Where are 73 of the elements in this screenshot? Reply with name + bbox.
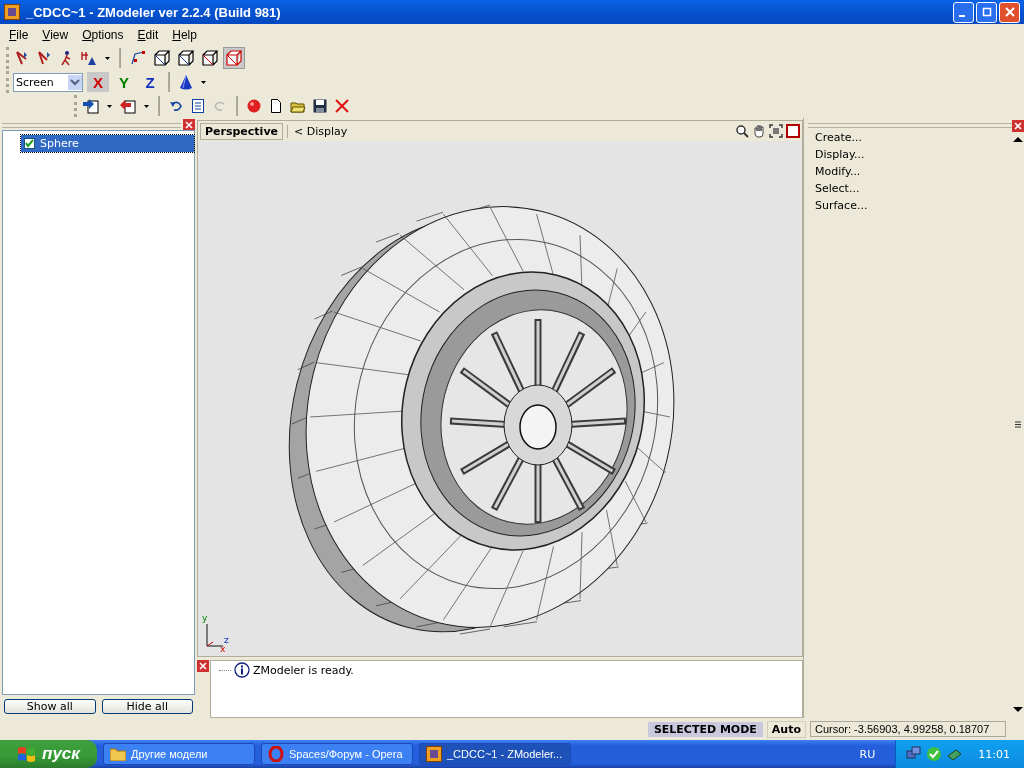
menu-item[interactable]: Options [75, 28, 131, 42]
app-icon [426, 746, 442, 762]
cube-icon[interactable] [200, 48, 220, 68]
export-icon[interactable] [118, 97, 138, 115]
checkbox[interactable] [24, 138, 35, 149]
menu-item[interactable]: Help [165, 28, 204, 42]
snap-indicator: Auto [766, 720, 806, 738]
network-icon[interactable] [906, 746, 923, 762]
taskbar-button[interactable]: Другие модели [103, 743, 255, 765]
folder-icon [110, 747, 126, 761]
axis-label: y [202, 614, 208, 623]
select-icon[interactable] [35, 49, 53, 67]
close-icon[interactable] [197, 660, 209, 672]
language-indicator[interactable]: RU [859, 747, 876, 761]
taskbar-button[interactable]: Spaces/Форум - Opera [261, 743, 413, 765]
coordinate-dropdown[interactable]: Screen [13, 72, 83, 92]
caret-icon[interactable] [105, 56, 110, 60]
scroll-up-icon[interactable] [1013, 135, 1023, 143]
fit-view-icon[interactable] [769, 124, 783, 138]
axis-label: z [224, 636, 229, 645]
command-item[interactable]: Display... [808, 147, 1012, 164]
panel-button[interactable]: Show all [4, 699, 96, 714]
cube-icon[interactable] [152, 48, 172, 68]
command-item[interactable]: Select... [808, 181, 1012, 198]
import-icon[interactable] [81, 97, 101, 115]
scroll-down-icon[interactable] [1013, 706, 1023, 714]
mode-indicator: SELECTED MODE [647, 721, 763, 737]
close-icon[interactable] [183, 119, 195, 131]
close-icon [1004, 7, 1015, 17]
menu-item[interactable]: Edit [130, 28, 166, 42]
search-icon[interactable] [735, 124, 749, 138]
app-icon [4, 4, 20, 20]
document-icon[interactable] [189, 97, 207, 115]
delete-icon[interactable] [333, 97, 351, 115]
caret-icon[interactable] [144, 104, 149, 108]
windows-flag-icon [17, 745, 38, 763]
menu-item[interactable]: File [2, 28, 36, 42]
maximize-button[interactable] [976, 1, 997, 23]
shield-check-icon[interactable] [926, 746, 943, 762]
caret-icon[interactable] [107, 104, 112, 108]
minimize-button[interactable] [953, 1, 974, 23]
cube-icon[interactable] [176, 48, 196, 68]
maximize-view-icon[interactable] [786, 124, 800, 138]
clock: 11:01 [978, 747, 1010, 761]
hand-icon[interactable] [752, 124, 766, 138]
command-item[interactable]: Modify... [808, 164, 1012, 181]
scroll-grip-icon[interactable] [1015, 421, 1021, 428]
tree-item[interactable]: Sphere [21, 135, 194, 152]
command-item[interactable]: Surface... [808, 198, 1012, 215]
breadcrumb: < Display [287, 124, 731, 138]
cursor-coordinates: Cursor: -3.56903, 4.99258, 0.18707 [810, 721, 1006, 737]
window-title: _CDCC~1 - ZModeler ver 2.2.4 (Build 981) [26, 4, 281, 20]
taskbar-button[interactable]: _CDCC~1 - ZModeler... [419, 743, 571, 765]
start-button[interactable]: пуск [0, 740, 97, 768]
command-item[interactable]: Create... [808, 130, 1012, 147]
axis-button[interactable]: Z [139, 72, 161, 92]
view-tab[interactable]: Perspective [200, 122, 283, 140]
cone-icon[interactable] [177, 73, 195, 91]
close-icon[interactable] [1012, 120, 1024, 132]
save-icon[interactable] [311, 97, 329, 115]
ring-icon [268, 746, 284, 762]
panel-button[interactable]: Hide all [101, 699, 193, 714]
axis-button[interactable]: X [87, 72, 109, 92]
menu-item[interactable]: View [35, 28, 76, 42]
log-message: ZModeler is ready. [253, 663, 354, 677]
select-group-icon[interactable] [79, 49, 99, 67]
minimize-icon [958, 15, 965, 17]
maximize-icon [981, 7, 992, 17]
close-button[interactable] [999, 1, 1020, 23]
axis-button[interactable]: Y [113, 72, 135, 92]
caret-icon[interactable] [201, 80, 206, 84]
axis-label: x [220, 645, 226, 654]
ball-icon[interactable] [245, 97, 263, 115]
